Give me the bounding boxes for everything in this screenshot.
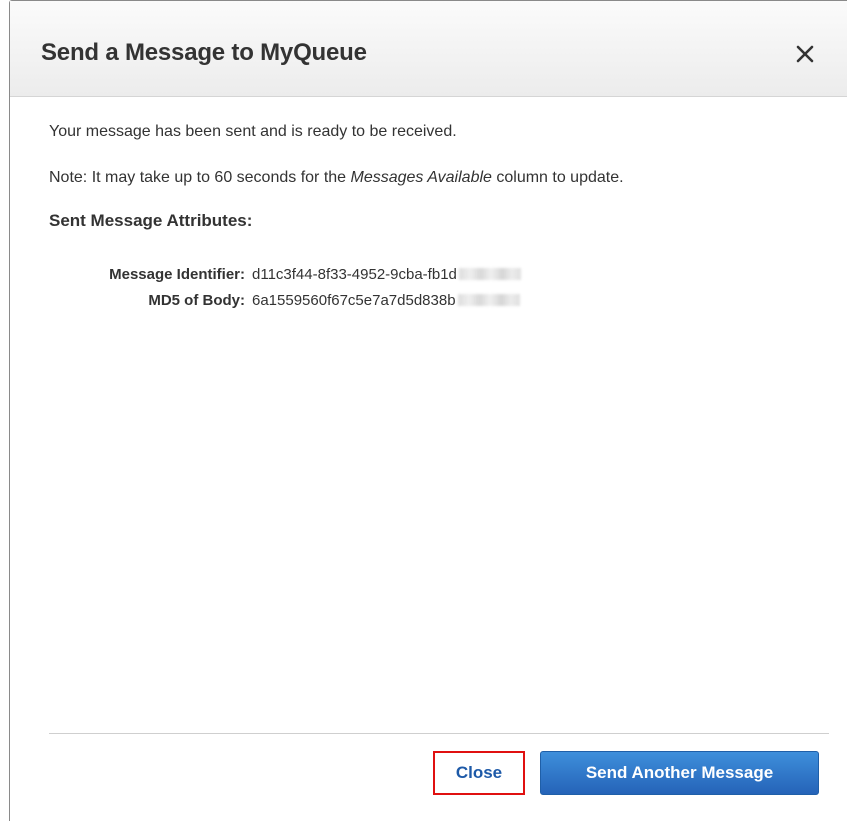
update-note: Note: It may take up to 60 seconds for t…	[49, 168, 839, 188]
footer-divider	[49, 733, 829, 734]
confirmation-text: Your message has been sent and is ready …	[49, 123, 457, 140]
dialog-header: Send a Message to MyQueue	[10, 1, 847, 97]
note-prefix: Note: It may take up to 60 seconds for t…	[49, 169, 351, 186]
redacted-blur	[458, 268, 521, 280]
message-identifier-value: d11c3f44-8f33-4952-9cba-fb1d	[252, 266, 521, 283]
dialog-title: Send a Message to MyQueue	[41, 39, 367, 66]
close-x-icon-svg	[796, 45, 814, 63]
send-another-message-button[interactable]: Send Another Message	[540, 751, 819, 795]
close-x-icon[interactable]	[792, 41, 818, 67]
note-suffix: column to update.	[491, 169, 624, 186]
section-title: Sent Message Attributes:	[49, 211, 253, 230]
redacted-blur	[457, 294, 520, 306]
send-message-dialog: Send a Message to MyQueue Your message h…	[9, 0, 847, 821]
dialog-body: Your message has been sent and is ready …	[49, 122, 839, 309]
message-identifier-label: Message Identifier:	[109, 266, 245, 283]
md5-of-body-label: MD5 of Body:	[148, 292, 245, 309]
close-button[interactable]: Close	[433, 751, 525, 795]
message-identifier-text: d11c3f44-8f33-4952-9cba-fb1d	[252, 266, 457, 283]
md5-of-body-value: 6a1559560f67c5e7a7d5d838b	[252, 292, 520, 309]
md5-of-body-text: 6a1559560f67c5e7a7d5d838b	[252, 292, 456, 309]
note-emphasis: Messages Available	[350, 169, 492, 186]
